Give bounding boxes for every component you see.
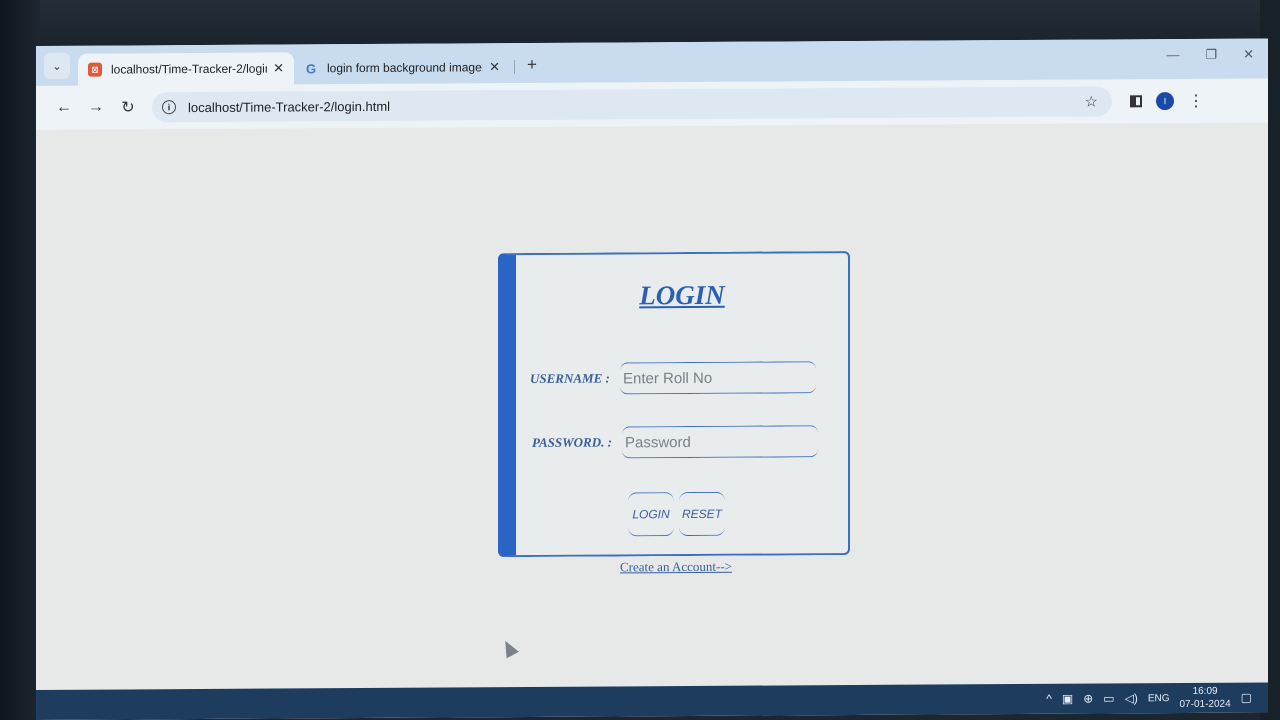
close-tab-icon[interactable]: ✕ (489, 59, 500, 75)
tab-search-dropdown-icon[interactable]: ⌄ (44, 52, 70, 79)
window-controls: — ❐ ✕ (1166, 47, 1254, 64)
restore-icon[interactable]: ❐ (1205, 47, 1217, 63)
username-input[interactable] (620, 361, 816, 395)
login-card: LOGIN USERNAME : PASSWORD. : LOGIN RESET (498, 251, 850, 558)
side-panel-icon[interactable] (1130, 95, 1142, 108)
app-tray-icon[interactable]: ▣ (1062, 692, 1073, 706)
volume-icon[interactable]: ◁) (1125, 691, 1138, 705)
address-text: localhost/Time-Tracker-2/login.html (188, 98, 391, 115)
password-input[interactable] (622, 425, 818, 459)
profile-avatar-icon[interactable]: I (1156, 92, 1174, 111)
xampp-icon: ⊠ (88, 62, 102, 77)
reset-button[interactable]: RESET (679, 491, 725, 537)
bookmark-star-icon[interactable]: ☆ (1085, 93, 1098, 111)
tab-title: localhost/Time-Tracker-2/login (111, 61, 268, 77)
toolbar-right: I ⋮ (1130, 91, 1204, 111)
back-arrow-icon[interactable]: ← (48, 92, 80, 124)
notification-icon[interactable]: ▢ (1241, 691, 1252, 705)
username-row: USERNAME : (530, 361, 816, 395)
google-icon: G (305, 60, 317, 76)
screen: ⌄ ⊠ localhost/Time-Tracker-2/login ✕ G l… (36, 38, 1268, 720)
button-row: LOGIN RESET (628, 491, 730, 537)
language-indicator[interactable]: ENG (1148, 693, 1170, 704)
tab-divider (514, 60, 515, 75)
page-content: LOGIN USERNAME : PASSWORD. : LOGIN RESET… (36, 122, 1268, 690)
close-tab-icon[interactable]: ✕ (273, 60, 284, 76)
clock-time: 16:09 (1192, 685, 1218, 697)
close-window-icon[interactable]: ✕ (1243, 47, 1254, 63)
clock[interactable]: 16:09 07-01-2024 (1180, 685, 1231, 711)
chevron-up-icon[interactable]: ^ (1046, 692, 1052, 706)
clock-date: 07-01-2024 (1179, 698, 1231, 711)
site-info-icon[interactable]: i (162, 100, 176, 115)
forward-arrow-icon[interactable]: → (80, 92, 112, 124)
tab-google-search[interactable]: G login form background image: ✕ (294, 51, 510, 84)
tab-login-page[interactable]: ⊠ localhost/Time-Tracker-2/login ✕ (78, 52, 294, 86)
browser-toolbar: ← → ↻ i localhost/Time-Tracker-2/login.h… (36, 78, 1268, 130)
login-title: LOGIN (639, 279, 725, 311)
battery-icon[interactable]: ▭ (1103, 691, 1114, 705)
address-bar[interactable]: i localhost/Time-Tracker-2/login.html ☆ (152, 86, 1112, 123)
password-row: PASSWORD. : (532, 425, 818, 459)
reload-icon[interactable]: ↻ (112, 91, 144, 123)
network-icon[interactable]: ⊕ (1083, 692, 1093, 706)
laptop-bezel-left (0, 0, 40, 720)
password-label: PASSWORD. : (532, 434, 612, 450)
windows-taskbar: ^ ▣ ⊕ ▭ ◁) ENG 16:09 07-01-2024 ▢ (36, 682, 1268, 720)
create-account-link[interactable]: Create an Account--> (620, 559, 732, 576)
username-label: USERNAME : (530, 370, 610, 386)
kebab-menu-icon[interactable]: ⋮ (1188, 91, 1204, 111)
tab-title: login form background image: (327, 60, 484, 76)
login-button[interactable]: LOGIN (628, 492, 674, 537)
new-tab-button[interactable]: + (527, 55, 537, 75)
minimize-icon[interactable]: — (1166, 47, 1179, 63)
